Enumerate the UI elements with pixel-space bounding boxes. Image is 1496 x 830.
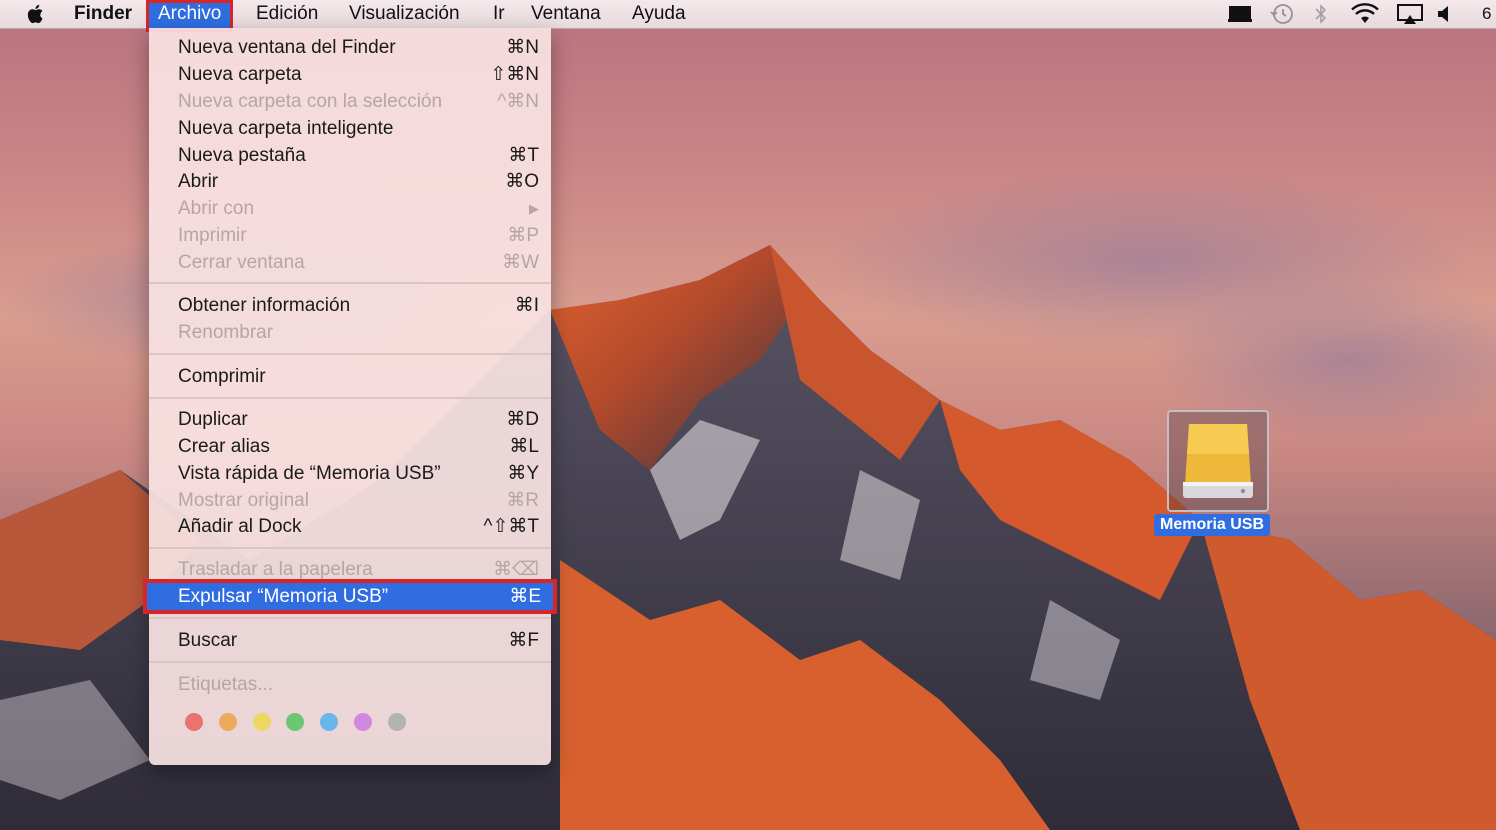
menu-item-expulsar[interactable]: Expulsar “Memoria USB” ⌘E (143, 579, 557, 614)
display-icon[interactable] (1228, 6, 1252, 22)
menu-item-label: Nueva ventana del Finder (178, 37, 396, 58)
menu-item-abrir[interactable]: Abrir ⌘O (149, 168, 551, 195)
menu-item-vista-rapida[interactable]: Vista rápida de “Memoria USB” ⌘Y (149, 460, 551, 487)
menu-item-renombrar: Renombrar (149, 319, 551, 346)
menu-bar: Finder Archivo Edición Visualización Ir … (0, 0, 1496, 32)
menu-item-label: Crear alias (178, 436, 270, 457)
menu-item-etiquetas: Etiquetas... (149, 671, 551, 698)
apple-menu-icon[interactable] (26, 0, 48, 28)
menu-item-comprimir[interactable]: Comprimir (149, 363, 551, 390)
menu-separator (149, 661, 551, 663)
menu-item-label: Duplicar (178, 409, 248, 430)
usb-drive-label[interactable]: Memoria USB (1154, 514, 1271, 536)
tag-yellow-dot[interactable] (253, 713, 271, 731)
tag-orange-dot[interactable] (219, 713, 237, 731)
wifi-icon[interactable] (1350, 3, 1380, 31)
menu-ayuda[interactable]: Ayuda (632, 0, 686, 28)
menu-separator (149, 353, 551, 355)
menu-item-shortcut: ⇧⌘N (490, 64, 539, 85)
menu-item-shortcut: ⌘W (502, 252, 539, 273)
tag-purple-dot[interactable] (354, 713, 372, 731)
menu-edicion[interactable]: Edición (256, 0, 318, 28)
menu-item-shortcut: ⌘O (505, 171, 539, 192)
menu-item-nueva-ventana[interactable]: Nueva ventana del Finder ⌘N (149, 34, 551, 61)
menu-ir[interactable]: Ir (493, 0, 505, 28)
menu-item-mostrar-original: Mostrar original ⌘R (149, 487, 551, 514)
tag-green-dot[interactable] (286, 713, 304, 731)
menu-item-label: Imprimir (178, 225, 247, 246)
menu-item-shortcut: ⌘I (514, 295, 539, 316)
submenu-arrow-icon: ▶ (529, 201, 539, 216)
menu-item-label: Añadir al Dock (178, 516, 302, 537)
menu-item-label: Obtener información (178, 295, 351, 316)
menu-item-label: Expulsar “Memoria USB” (178, 586, 389, 607)
time-machine-icon[interactable] (1269, 3, 1295, 31)
menu-item-trasladar-papelera: Trasladar a la papelera ⌘⌫ (149, 556, 551, 583)
menu-item-label: Vista rápida de “Memoria USB” (178, 463, 441, 484)
menu-separator (149, 617, 551, 619)
menu-item-buscar[interactable]: Buscar ⌘F (149, 627, 551, 654)
bluetooth-icon[interactable] (1313, 3, 1329, 31)
menu-item-shortcut: ⌘D (506, 409, 539, 430)
archivo-dropdown-menu: Nueva ventana del Finder ⌘N Nueva carpet… (143, 28, 557, 765)
menu-item-shortcut: ⌘Y (507, 463, 539, 484)
menu-item-obtener-informacion[interactable]: Obtener información ⌘I (149, 292, 551, 319)
menu-item-nueva-carpeta-inteligente[interactable]: Nueva carpeta inteligente (149, 115, 551, 142)
menu-separator (149, 397, 551, 399)
menu-item-nueva-pestana[interactable]: Nueva pestaña ⌘T (149, 142, 551, 169)
tag-blue-dot[interactable] (320, 713, 338, 731)
menu-item-label: Comprimir (178, 366, 266, 387)
menu-item-shortcut: ⌘⌫ (493, 559, 539, 580)
menu-item-label: Mostrar original (178, 490, 309, 511)
menu-item-shortcut: ^⇧⌘T (483, 516, 539, 537)
menu-item-label: Abrir (178, 171, 219, 192)
menu-visualizacion[interactable]: Visualización (349, 0, 460, 28)
menu-item-label: Trasladar a la papelera (178, 559, 373, 580)
menu-separator (149, 547, 551, 549)
menu-item-label: Nueva carpeta inteligente (178, 118, 394, 139)
tag-gray-dot[interactable] (388, 713, 406, 731)
menu-item-label: Abrir con (178, 198, 255, 219)
menu-item-label: Renombrar (178, 322, 274, 343)
menu-finder[interactable]: Finder (74, 0, 132, 28)
menu-item-imprimir: Imprimir ⌘P (149, 222, 551, 249)
tag-red-dot[interactable] (185, 713, 203, 731)
menu-item-label: Buscar (178, 630, 238, 651)
menu-item-label: Nueva carpeta con la selección (178, 91, 443, 112)
menu-item-label: Etiquetas... (178, 674, 274, 695)
menu-item-shortcut: ⌘N (506, 37, 539, 58)
menu-separator (149, 282, 551, 284)
menu-item-duplicar[interactable]: Duplicar ⌘D (149, 406, 551, 433)
menu-item-crear-alias[interactable]: Crear alias ⌘L (149, 433, 551, 460)
menu-item-shortcut: ⌘F (508, 630, 539, 651)
menu-item-anadir-dock[interactable]: Añadir al Dock ^⇧⌘T (149, 513, 551, 540)
menu-item-shortcut: ⌘T (508, 145, 539, 166)
menu-item-shortcut: ⌘P (507, 225, 539, 246)
volume-icon[interactable] (1436, 4, 1454, 32)
menu-ventana[interactable]: Ventana (531, 0, 601, 28)
menu-item-label: Cerrar ventana (178, 252, 305, 273)
battery-percent[interactable]: 6 (1482, 0, 1491, 28)
menu-item-shortcut: ⌘L (509, 436, 539, 457)
menu-item-cerrar-ventana: Cerrar ventana ⌘W (149, 249, 551, 276)
menu-item-shortcut: ⌘E (509, 586, 541, 607)
menu-item-nueva-carpeta[interactable]: Nueva carpeta ⇧⌘N (149, 61, 551, 88)
usb-drive-icon[interactable] (1167, 410, 1269, 512)
menu-item-label: Nueva carpeta (178, 64, 302, 85)
menu-item-shortcut: ⌘R (506, 490, 539, 511)
menu-item-abrir-con: Abrir con ▶ (149, 195, 551, 222)
airplay-icon[interactable] (1396, 3, 1424, 31)
menu-item-shortcut: ^⌘N (497, 91, 539, 112)
menu-item-nueva-carpeta-seleccion: Nueva carpeta con la selección ^⌘N (149, 88, 551, 115)
menu-item-label: Nueva pestaña (178, 145, 306, 166)
